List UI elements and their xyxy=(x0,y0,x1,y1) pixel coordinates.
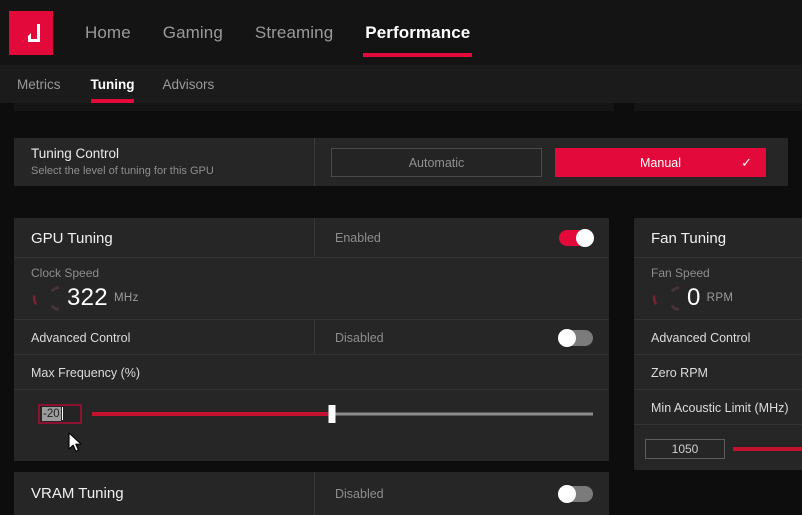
vram-tuning-card: VRAM Tuning Disabled xyxy=(14,472,609,515)
max-frequency-input-value: -20 xyxy=(42,406,61,421)
gpu-tuning-state-zone: Enabled xyxy=(314,218,609,258)
radeon-software-window: Home Gaming Streaming Performance Metric… xyxy=(0,0,802,515)
gpu-tuning-header-divider xyxy=(314,218,315,258)
max-frequency-row: Max Frequency (%) xyxy=(14,355,609,390)
gauge-ring-icon xyxy=(32,286,59,311)
clock-speed-label: Clock Speed xyxy=(31,266,100,280)
clock-speed-value: 322 xyxy=(67,284,108,311)
tuning-control-text: Tuning Control Select the level of tunin… xyxy=(14,138,314,186)
fan-tuning-title-wrap: Fan Tuning xyxy=(634,218,802,258)
tab-metrics[interactable]: Metrics xyxy=(17,65,77,103)
min-acoustic-limit-input[interactable]: 1050 xyxy=(645,438,725,459)
gpu-advanced-control-toggle-knob xyxy=(558,328,576,347)
automatic-button-label: Automatic xyxy=(408,155,465,170)
min-acoustic-limit-label: Min Acoustic Limit (MHz) xyxy=(651,400,789,415)
max-frequency-slider-row: -20 xyxy=(14,390,609,437)
min-acoustic-limit-row: Min Acoustic Limit (MHz) xyxy=(634,390,802,425)
max-frequency-slider-fill xyxy=(92,411,333,416)
tab-tuning[interactable]: Tuning xyxy=(77,65,149,103)
vram-tuning-state-label: Disabled xyxy=(335,486,384,501)
clock-speed-block: Clock Speed 322 MHz xyxy=(14,258,609,320)
gpu-advanced-control-row: Advanced Control Disabled xyxy=(14,320,609,355)
main-nav: Home Gaming Streaming Performance xyxy=(69,0,486,65)
zero-rpm-label: Zero RPM xyxy=(651,365,708,380)
fan-speed-value: 0 xyxy=(687,284,701,311)
fan-speed-unit: RPM xyxy=(706,292,734,304)
gpu-tuning-card: GPU Tuning Enabled Clock Speed 322 MHz A… xyxy=(14,218,609,461)
tab-advisors-label: Advisors xyxy=(162,76,215,92)
scrolled-card-right xyxy=(634,103,802,111)
vram-tuning-header-row: VRAM Tuning Disabled xyxy=(14,472,609,515)
fan-advanced-control-row: Advanced Control xyxy=(634,320,802,355)
gpu-advanced-control-divider xyxy=(314,320,315,355)
manual-button-label: Manual xyxy=(640,155,681,170)
fan-advanced-control-label: Advanced Control xyxy=(651,330,751,345)
text-caret-icon xyxy=(61,407,63,420)
manual-button[interactable]: Manual ✓ xyxy=(555,148,766,177)
gpu-tuning-header-row: GPU Tuning Enabled xyxy=(14,218,609,258)
vram-tuning-toggle[interactable] xyxy=(558,484,593,503)
max-frequency-label: Max Frequency (%) xyxy=(31,365,141,380)
check-icon: ✓ xyxy=(741,154,752,170)
scrolled-card-left xyxy=(14,103,614,111)
vram-tuning-divider xyxy=(314,472,315,515)
tuning-control-title: Tuning Control xyxy=(31,145,120,161)
gpu-tuning-toggle[interactable] xyxy=(559,229,594,247)
vram-tuning-state-zone: Disabled xyxy=(314,472,609,515)
scrolled-content-edge xyxy=(0,103,802,125)
tab-advisors[interactable]: Advisors xyxy=(148,65,228,103)
nav-item-performance-label: Performance xyxy=(365,22,471,42)
fan-speed-label: Fan Speed xyxy=(651,266,710,280)
tab-metrics-label: Metrics xyxy=(17,76,61,92)
nav-item-performance[interactable]: Performance xyxy=(349,0,486,65)
gpu-tuning-toggle-knob xyxy=(576,229,594,247)
nav-item-streaming[interactable]: Streaming xyxy=(239,0,349,65)
gauge-ring-icon xyxy=(652,286,679,311)
gpu-advanced-control-state-label: Disabled xyxy=(335,330,384,345)
gpu-advanced-control-state-zone: Disabled xyxy=(314,320,609,355)
clock-speed-readout: 322 MHz xyxy=(31,284,609,312)
fan-tuning-card: Fan Tuning Fan Speed 0 RPM Advanced Cont… xyxy=(634,218,802,470)
min-acoustic-limit-input-value: 1050 xyxy=(671,441,699,456)
clock-speed-unit: MHz xyxy=(113,292,139,304)
top-navigation-bar: Home Gaming Streaming Performance xyxy=(0,0,802,65)
nav-item-gaming-label: Gaming xyxy=(162,22,223,42)
tuning-control-subtitle: Select the level of tuning for this GPU xyxy=(31,164,214,177)
nav-item-home-label: Home xyxy=(85,22,131,42)
nav-item-streaming-label: Streaming xyxy=(254,22,334,42)
min-acoustic-limit-slider[interactable] xyxy=(733,446,802,451)
max-frequency-slider[interactable] xyxy=(92,404,593,423)
max-frequency-slider-thumb[interactable] xyxy=(328,404,336,423)
vram-tuning-toggle-knob xyxy=(558,484,576,503)
gpu-advanced-control-toggle[interactable] xyxy=(558,328,593,347)
tab-tuning-label: Tuning xyxy=(90,76,135,92)
gpu-tuning-state-label: Enabled xyxy=(335,231,381,245)
tuning-control-card: Tuning Control Select the level of tunin… xyxy=(14,138,788,186)
max-frequency-input[interactable]: -20 xyxy=(38,403,82,424)
zero-rpm-row: Zero RPM xyxy=(634,355,802,390)
fan-tuning-header-row: Fan Tuning xyxy=(634,218,802,258)
tuning-control-divider xyxy=(314,138,315,186)
nav-item-home[interactable]: Home xyxy=(69,0,147,65)
min-acoustic-limit-slider-row: 1050 xyxy=(634,425,802,470)
sub-navigation-bar: Metrics Tuning Advisors xyxy=(0,65,802,103)
amd-logo-icon[interactable] xyxy=(9,10,53,55)
nav-item-gaming[interactable]: Gaming xyxy=(147,0,239,65)
fan-tuning-title: Fan Tuning xyxy=(651,229,727,247)
automatic-button[interactable]: Automatic xyxy=(331,148,542,177)
fan-speed-readout: 0 RPM xyxy=(651,284,802,312)
fan-speed-block: Fan Speed 0 RPM xyxy=(634,258,802,320)
